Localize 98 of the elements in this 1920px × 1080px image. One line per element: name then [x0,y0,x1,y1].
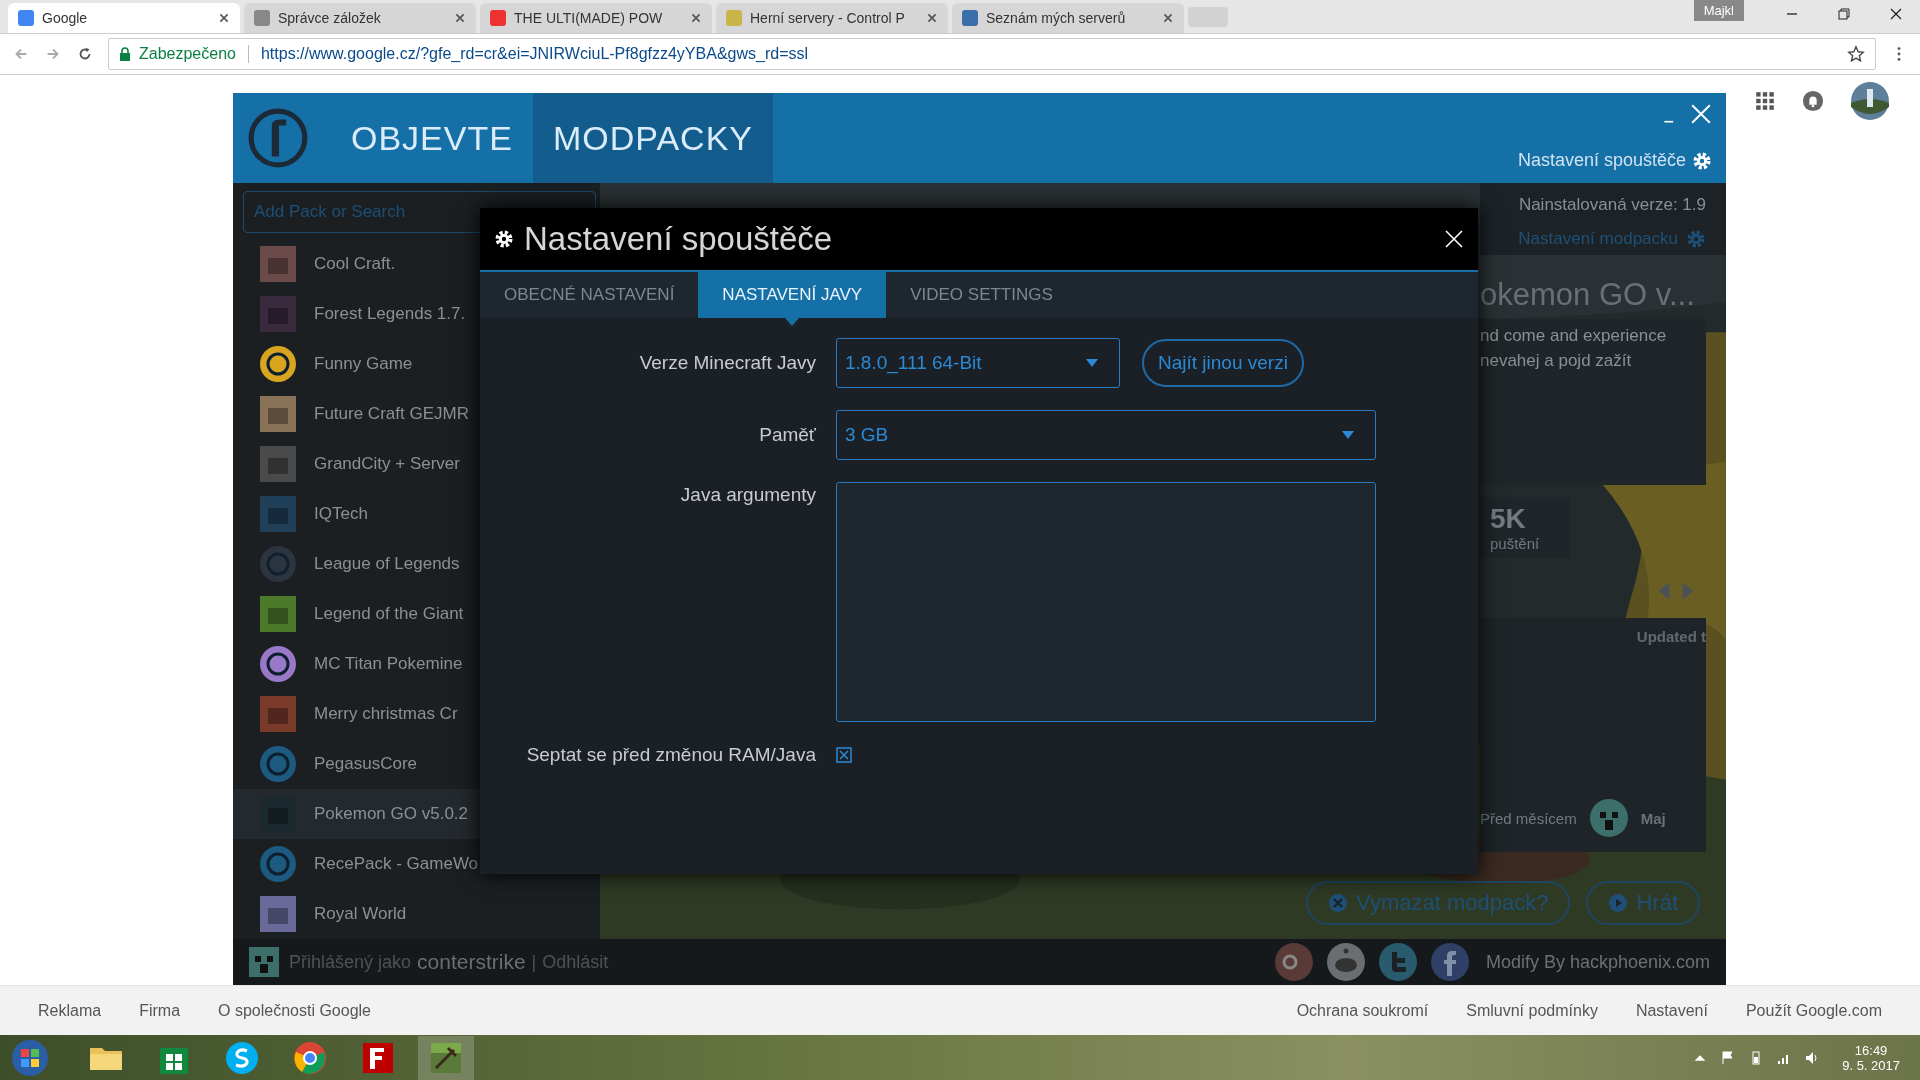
gear-icon [1686,229,1706,250]
footer-link[interactable]: Ochrana soukromí [1296,1001,1429,1020]
pack-item[interactable]: Funny Game [233,339,480,390]
close-circle-icon [1328,893,1349,914]
clock[interactable]: 16:49 9. 5. 2017 [1832,1042,1910,1073]
field-label: Verze Minecraft Javy [638,352,816,375]
checkbox-label: Septat se před změnou RAM/Java [525,744,816,767]
checkbox[interactable] [836,747,852,764]
footer-link[interactable]: Nastavení [1635,1001,1708,1020]
browser-tab[interactable]: THE ULTI(MADE) POW [480,2,712,33]
pack-thumbnail-icon [258,344,298,385]
pack-thumbnail-icon [258,544,298,585]
author-name: Maj [1640,809,1666,827]
dialog-tab[interactable]: OBECNÉ NASTAVENÍ [480,272,699,319]
avatar-icon [249,947,279,978]
launcher-settings-link[interactable]: Nastavení spouštěče [1517,150,1712,172]
pack-thumbnail-icon [258,694,298,735]
stat-label: puštění [1490,535,1541,553]
user-label: Přihlášený jako [289,951,412,973]
pack-thumbnail-icon [258,394,298,435]
favicon-icon [254,9,270,26]
footer-link[interactable]: O společnosti Google [218,1001,371,1020]
address-bar[interactable]: Zabezpečeno https://www.google.cz/?gfe_rd=cr&ei=JNIRWciuL-Pf8gfzz4yYBA&gws_rd=ssl [108,38,1876,71]
update-date: Před měsícem [1480,809,1577,827]
pack-thumbnail-icon [258,594,298,635]
description-line: nd come and experience [1480,325,1668,348]
play-icon [1608,893,1629,914]
start-button[interactable] [10,1037,50,1078]
footer-link[interactable]: Reklama [38,1001,102,1020]
pack-thumbnail-icon [258,644,298,685]
lock-icon [119,47,131,62]
footer-link[interactable]: Firma [139,1001,181,1020]
memory-dropdown[interactable]: 3 GB [836,410,1376,461]
pack-item[interactable]: Cool Craft. [233,239,480,290]
profile-name[interactable]: Majkl [1693,0,1744,21]
reddit-icon[interactable] [1325,942,1366,983]
pack-thumbnail-icon [258,894,298,935]
browser-tab[interactable]: Správce záložek [244,2,476,33]
notification-bell-icon[interactable] [1802,90,1824,113]
username: conterstrike [417,950,526,975]
pack-thumbnail-icon [258,844,298,885]
pack-thumbnail-icon [258,294,298,335]
dropdown-arrow-icon [1341,430,1355,441]
pack-item[interactable]: MC Titan Pokemine [233,639,480,690]
dropdown-arrow-icon [1085,358,1099,369]
credit-text: Modify By hackphoenix.com [1485,951,1710,973]
apps-grid-icon[interactable] [1754,90,1776,113]
pack-thumbnail-icon [258,494,298,535]
stat-value: 5K [1490,503,1527,536]
favicon-icon [962,9,978,26]
separator: | [531,951,537,973]
find-version-button[interactable]: Najít jinou verzi [1142,339,1304,388]
gear-icon [494,229,514,250]
browser-tab[interactable]: Google [8,2,240,33]
dialog-tab[interactable]: VIDEO SETTINGS [886,272,1077,319]
url-text: https://www.google.cz/?gfe_rd=cr&ei=JNIRWciuL-Pf8gfzz4yYBA&gws_rd=ssl [260,45,809,64]
pack-thumbnail-icon [258,744,298,785]
favicon-icon [18,9,34,26]
avatar-icon [1588,798,1629,839]
favicon-icon [726,9,742,26]
gear-icon [1692,150,1712,171]
pack-item[interactable]: Forest Legends 1.7. [233,289,480,340]
nav-tab[interactable]: OBJEVTE [331,93,533,184]
pack-item[interactable]: Legend of the Giant [233,589,480,640]
facebook-icon[interactable] [1429,942,1470,983]
pack-item[interactable]: Royal World [233,889,480,940]
pack-item[interactable]: Merry christmas Cr [233,689,480,740]
pack-item[interactable]: Future Craft GEJMR [233,389,480,440]
installed-version: Nainstalovaná verze: 1.9 [1518,195,1706,216]
pickaxe-icon[interactable] [418,1035,474,1080]
footer-link[interactable]: Použít Google.com [1745,1001,1882,1020]
favicon-icon [490,9,506,26]
pack-thumbnail-icon [258,444,298,485]
profile-avatar-icon[interactable] [1850,81,1890,122]
pack-item[interactable]: League of Legends [233,539,480,590]
pack-item[interactable]: IQTech [233,489,480,540]
pack-thumbnail-icon [258,244,298,285]
close-icon[interactable] [1444,229,1464,250]
java-arguments-field[interactable] [836,482,1376,723]
pack-item[interactable]: GrandCity + Server [233,439,480,490]
update-text: Updated t [1636,628,1706,646]
browser-tab[interactable]: Herní servery - Control P [716,2,948,33]
pack-item[interactable]: Pokemon GO v5.0.2 [233,789,480,840]
pack-title: okemon GO v... [1480,277,1696,314]
logo-icon [247,107,309,170]
close-icon[interactable] [218,11,230,24]
footer-link[interactable]: Smluvní podmínky [1466,1001,1598,1020]
pack-item[interactable]: PegasusCore [233,739,480,790]
star-icon[interactable] [1847,45,1865,64]
pack-item[interactable]: RecePack - GameWo [233,839,480,890]
security-label: Zabezpečeno [139,45,236,64]
description-line: nevahej a pojd zažít [1480,350,1633,373]
browser-tab[interactable]: Seznám mých serverů [952,2,1184,33]
nav-tab[interactable]: MODPACKY [532,93,773,184]
field-label: Java argumenty [679,483,816,507]
field-label: Paměť [758,424,816,447]
tab-pointer-icon [785,318,800,327]
java-version-dropdown[interactable]: 1.8.0_111 64-Bit [836,338,1120,389]
